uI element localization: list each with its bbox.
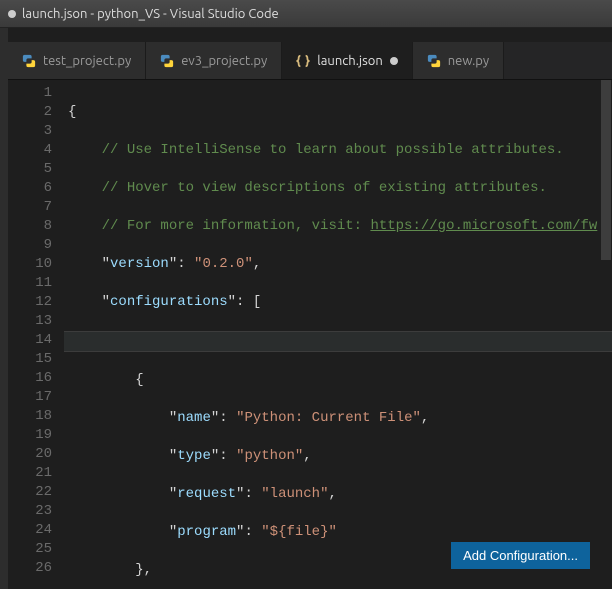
line-number-gutter: 1 2 3 4 5 6 7 8 9 10 11 12 13 14 15 16 1…: [8, 80, 64, 589]
activity-bar: [0, 28, 8, 589]
line-number: 19: [8, 426, 52, 445]
line-number: 1: [8, 84, 52, 103]
tab-label: ev3_project.py: [181, 54, 267, 68]
line-number: 5: [8, 160, 52, 179]
line-number: 6: [8, 179, 52, 198]
code-editor[interactable]: 1 2 3 4 5 6 7 8 9 10 11 12 13 14 15 16 1…: [8, 80, 612, 589]
line-number: 12: [8, 293, 52, 312]
editor-tabs: test_project.py ev3_project.py launch.js…: [8, 42, 612, 80]
line-number: 15: [8, 350, 52, 369]
line-number: 17: [8, 388, 52, 407]
window-title: launch.json - python_VS - Visual Studio …: [22, 7, 279, 21]
line-number: 4: [8, 141, 52, 160]
line-number: 9: [8, 236, 52, 255]
modified-indicator-icon: [8, 10, 16, 18]
modified-indicator-icon: [390, 57, 398, 65]
tab-new-py[interactable]: new.py: [413, 42, 504, 79]
scrollbar-thumb[interactable]: [601, 80, 611, 260]
tab-test-project[interactable]: test_project.py: [8, 42, 146, 79]
line-number: 16: [8, 369, 52, 388]
tab-launch-json[interactable]: launch.json: [282, 42, 412, 79]
line-number: 25: [8, 540, 52, 559]
vertical-scrollbar[interactable]: [600, 80, 612, 589]
python-file-icon: [160, 54, 174, 68]
line-number: 24: [8, 521, 52, 540]
line-number: 20: [8, 445, 52, 464]
line-number: 22: [8, 483, 52, 502]
code-content[interactable]: { // Use IntelliSense to learn about pos…: [64, 80, 612, 589]
tab-label: new.py: [448, 54, 489, 68]
line-number: 18: [8, 407, 52, 426]
line-number: 7: [8, 198, 52, 217]
line-number: 11: [8, 274, 52, 293]
line-number: 3: [8, 122, 52, 141]
line-number: 13: [8, 312, 52, 331]
line-number: 26: [8, 559, 52, 578]
line-number: 2: [8, 103, 52, 122]
line-number: 23: [8, 502, 52, 521]
python-file-icon: [22, 54, 36, 68]
editor-region: test_project.py ev3_project.py launch.js…: [8, 28, 612, 589]
add-configuration-button[interactable]: Add Configuration...: [451, 542, 590, 569]
python-file-icon: [427, 54, 441, 68]
tab-ev3-project[interactable]: ev3_project.py: [146, 42, 282, 79]
tab-label: launch.json: [317, 54, 382, 68]
tab-label: test_project.py: [43, 54, 131, 68]
json-file-icon: [296, 54, 310, 68]
line-number: 21: [8, 464, 52, 483]
line-number: 8: [8, 217, 52, 236]
window-titlebar: launch.json - python_VS - Visual Studio …: [0, 0, 612, 28]
line-number: 10: [8, 255, 52, 274]
line-number: 14: [8, 331, 52, 350]
